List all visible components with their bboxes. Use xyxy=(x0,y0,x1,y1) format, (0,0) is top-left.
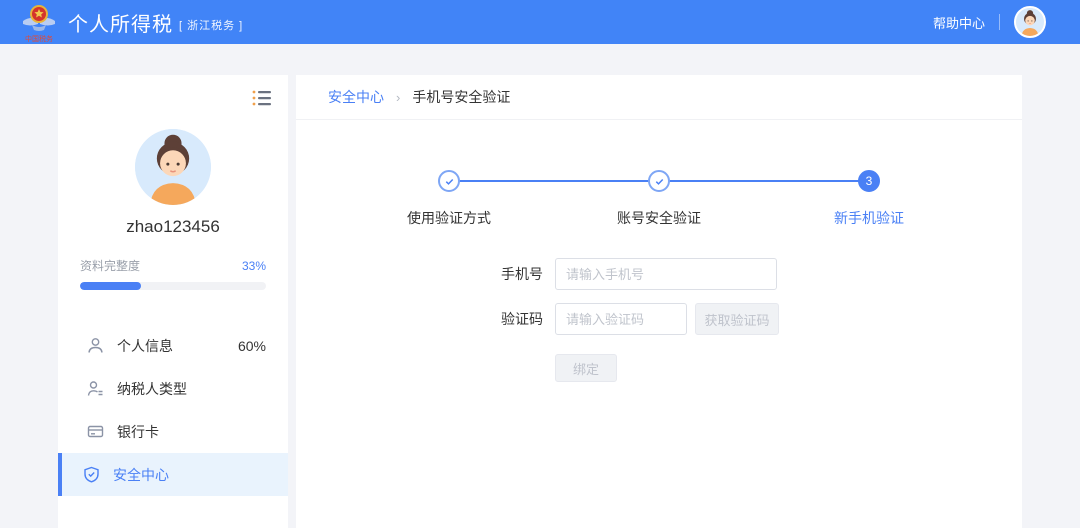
tax-emblem-logo: 中国税务 xyxy=(20,3,58,43)
logo-text: 中国税务 xyxy=(25,34,53,43)
phone-verification-form: 手机号 验证码 获取验证码 绑定 xyxy=(495,258,1022,395)
list-toggle-icon[interactable] xyxy=(252,89,272,107)
sidebar-item-label: 个人信息 xyxy=(117,336,173,356)
sidebar-item-taxpayer-type[interactable]: 纳税人类型 xyxy=(58,367,288,410)
taxpayer-type-icon xyxy=(87,380,104,397)
get-code-button[interactable]: 获取验证码 xyxy=(695,303,779,335)
step-new-phone-verification: 3 新手机验证 xyxy=(858,170,880,192)
personal-info-percent: 60% xyxy=(238,338,266,354)
step-label: 新手机验证 xyxy=(834,208,904,228)
phone-input[interactable] xyxy=(555,258,777,290)
sidebar-item-label: 银行卡 xyxy=(117,422,159,442)
check-icon xyxy=(648,170,670,192)
app-region-tag: [ 浙江税务 ] xyxy=(179,17,243,33)
breadcrumb-separator-icon: › xyxy=(396,90,400,105)
bind-button[interactable]: 绑定 xyxy=(555,354,617,382)
profile-completeness: 资料完整度 33% xyxy=(58,257,288,290)
verification-code-input[interactable] xyxy=(555,303,687,335)
progress-fill xyxy=(80,282,141,290)
breadcrumb-security-center[interactable]: 安全中心 xyxy=(328,87,384,107)
step-use-verification-method: 使用验证方式 xyxy=(438,170,460,192)
check-icon xyxy=(438,170,460,192)
step-label: 使用验证方式 xyxy=(407,208,491,228)
progress-label: 资料完整度 xyxy=(80,257,140,274)
breadcrumb: 安全中心 › 手机号安全验证 xyxy=(296,75,1022,120)
user-avatar-header[interactable] xyxy=(1014,6,1046,38)
bank-card-icon xyxy=(87,423,104,440)
step-account-security-verification: 账号安全验证 xyxy=(648,170,670,192)
user-avatar-sidebar xyxy=(135,129,211,205)
phone-label: 手机号 xyxy=(495,264,543,284)
sidebar-item-label: 纳税人类型 xyxy=(117,379,187,399)
progress-bar xyxy=(80,282,266,290)
breadcrumb-current: 手机号安全验证 xyxy=(412,87,510,107)
sidebar-item-bank-card[interactable]: 银行卡 xyxy=(58,410,288,453)
verification-stepper: 使用验证方式 账号安全验证 3 新手机验证 xyxy=(449,170,869,234)
code-label: 验证码 xyxy=(495,309,543,329)
profile-block: zhao123456 xyxy=(58,129,288,237)
step-label: 账号安全验证 xyxy=(617,208,701,228)
progress-percent: 33% xyxy=(242,259,266,273)
app-title: 个人所得税 xyxy=(68,8,173,37)
main-panel: 安全中心 › 手机号安全验证 使用验证方式 账号安全验证 3 新手机验证 xyxy=(296,75,1022,528)
sidebar-item-security-center[interactable]: 安全中心 xyxy=(58,453,288,496)
sidebar-item-personal-info[interactable]: 个人信息 60% xyxy=(58,324,288,367)
sidebar-item-label: 安全中心 xyxy=(113,465,169,485)
shield-icon xyxy=(83,466,100,483)
app-header: 中国税务 个人所得税 [ 浙江税务 ] 帮助中心 xyxy=(0,0,1080,44)
sidebar-menu: 个人信息 60% 纳税人类型 银行卡 xyxy=(58,324,288,496)
username: zhao123456 xyxy=(58,217,288,237)
step-number: 3 xyxy=(858,170,880,192)
profile-sidebar: zhao123456 资料完整度 33% 个人信息 60% xyxy=(58,75,288,528)
header-divider xyxy=(999,14,1000,30)
help-center-link[interactable]: 帮助中心 xyxy=(933,13,985,32)
user-icon xyxy=(87,337,104,354)
content-area: zhao123456 资料完整度 33% 个人信息 60% xyxy=(58,75,1022,528)
